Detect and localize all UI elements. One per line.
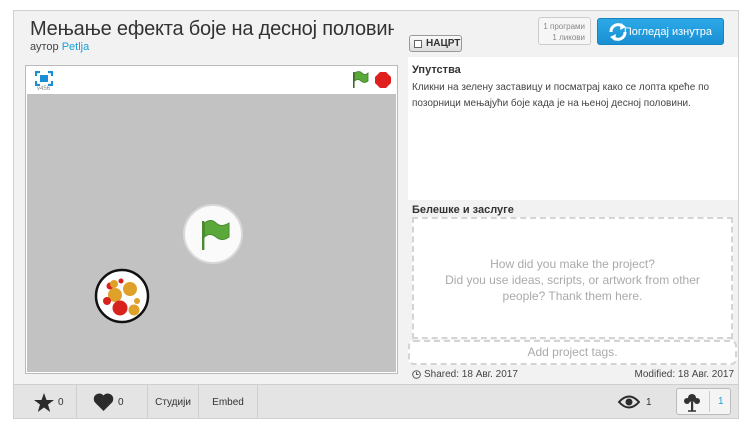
tags-input[interactable]: Add project tags. [408,340,737,365]
favorite-count: 0 [58,396,64,408]
views-counter: 1 [618,385,652,419]
credits-placeholder-1: How did you make the project? [490,257,655,271]
ball-sprite[interactable] [94,268,150,329]
love-button[interactable]: 0 [77,385,148,419]
see-inside-label: Погледај изнутра [623,25,712,38]
tree-icon [684,393,700,412]
player-toolbar: v456 [26,66,397,94]
modified-date: Modified: 18 Авг. 2017 [634,369,734,380]
credits-textarea[interactable]: How did you make the project? Did you us… [412,217,733,339]
credits-title: Белешке и заслуге [412,204,514,216]
draft-toggle[interactable]: НАЦРТ [409,35,462,52]
player-version: v456 [37,86,51,92]
favorite-button[interactable]: 0 [14,385,77,419]
clock-icon [412,370,421,379]
eye-icon [618,395,640,409]
project-counts: 1 програми 1 ликови [538,17,591,45]
footer-bar: 0 0 Студији Embed 1 1 [14,384,738,419]
embed-button[interactable]: Embed [199,385,258,419]
remix-tree-button[interactable]: 1 [676,388,731,415]
see-inside-button[interactable]: Погледај изнутра [597,18,724,45]
credits-placeholder-2: Did you use ideas, scripts, or artwork f… [445,273,700,287]
scripts-count: 1 програми [543,22,585,31]
shared-date-text: Shared: 18 Авг. 2017 [424,369,518,380]
views-count: 1 [646,396,652,408]
author-link[interactable]: Petlja [62,41,90,53]
green-flag-icon[interactable] [351,71,369,93]
heart-icon [93,393,114,411]
instructions-title: Упутства [412,64,461,76]
instructions-panel [408,57,738,200]
love-count: 0 [118,396,124,408]
green-flag-icon [202,220,230,250]
stop-icon[interactable] [375,72,391,93]
sprites-count: 1 ликови [552,33,585,42]
project-player: v456 [25,65,398,374]
star-icon [34,392,54,412]
instructions-text[interactable]: Кликни на зелену заставицу и посматрај к… [412,80,722,112]
shared-date: Shared: 18 Авг. 2017 [412,369,518,380]
remix-arrows-icon [607,23,629,44]
stage[interactable] [27,94,396,372]
studios-button[interactable]: Студији [148,385,199,419]
credits-placeholder-3: people? Thank them here. [502,289,643,303]
remix-divider [709,391,710,412]
draft-checkbox[interactable] [414,39,422,48]
by-label: аутор [30,41,59,53]
draft-label: НАЦРТ [426,38,461,49]
byline: аутор Petlja [30,41,89,53]
start-overlay-button[interactable] [183,204,243,264]
remix-count: 1 [718,396,724,407]
